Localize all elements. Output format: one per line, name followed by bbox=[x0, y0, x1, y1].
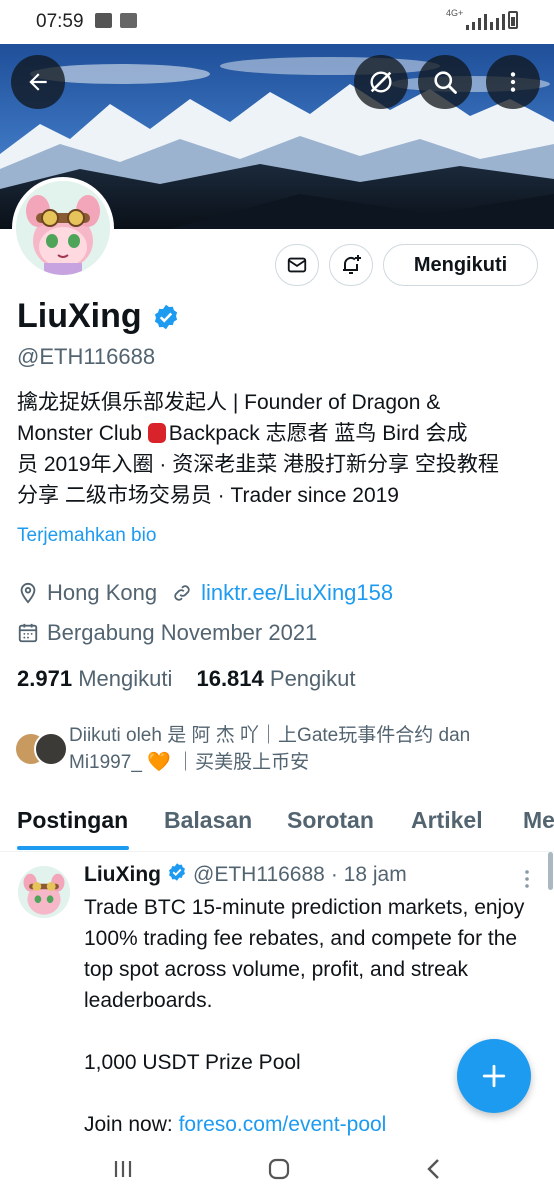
more-vertical-icon bbox=[525, 870, 529, 888]
network-label: 4G+ bbox=[446, 8, 464, 18]
status-bar: 07:59 4G+ bbox=[0, 0, 554, 44]
followed-by-name: Mi1997_ bbox=[69, 752, 142, 773]
active-tab-indicator bbox=[17, 846, 129, 850]
grok-button[interactable] bbox=[354, 55, 408, 109]
post-link[interactable]: foreso.com/event-pool bbox=[179, 1113, 387, 1136]
backpack-icon bbox=[147, 423, 166, 443]
signal-icon-2 bbox=[490, 14, 506, 30]
bio-line: Monster Club Backpack 志愿者 蓝鸟 Bird 会成 bbox=[17, 418, 542, 449]
profile-meta-location: Hong Kong linktr.ee/LiuXing158 bbox=[17, 580, 393, 606]
followed-by-avatars bbox=[14, 732, 68, 766]
search-icon bbox=[434, 71, 457, 94]
profile-bio: 擒龙捉妖俱乐部发起人 | Founder of Dragon & Monster… bbox=[17, 387, 542, 511]
post-header: LiuXing @ETH116688 · 18 jam bbox=[84, 862, 407, 888]
profile-tabs: Postingan Balasan Sorotan Artikel Me bbox=[0, 795, 554, 852]
back-arrow-icon bbox=[29, 73, 47, 91]
bio-text: Monster Club bbox=[17, 422, 148, 445]
status-time: 07:59 bbox=[36, 11, 84, 32]
mail-icon bbox=[287, 257, 307, 273]
post-author[interactable]: LiuXing bbox=[84, 863, 161, 887]
profile-handle: @ETH116688 bbox=[17, 344, 156, 369]
follow-counts: 2.971 Mengikuti 16.814 Pengikut bbox=[17, 666, 356, 692]
bio-line: 擒龙捉妖俱乐部发起人 | Founder of Dragon & bbox=[17, 391, 441, 414]
following-count: 2.971 bbox=[17, 666, 73, 691]
followed-by-name: ｜买美股上币安 bbox=[176, 752, 310, 773]
battery-icon bbox=[508, 11, 518, 29]
post-paragraph: Join now: foreso.com/event-pool bbox=[84, 1109, 534, 1140]
post-paragraph: Trade BTC 15-minute prediction markets, … bbox=[84, 896, 525, 1012]
following-label: Mengikuti bbox=[78, 666, 173, 691]
verified-icon bbox=[167, 862, 187, 888]
more-vertical-icon bbox=[510, 72, 516, 92]
notifications-button[interactable] bbox=[329, 244, 373, 286]
tab-media[interactable]: Me bbox=[523, 807, 554, 834]
profile-avatar[interactable] bbox=[12, 177, 114, 279]
post-avatar[interactable] bbox=[18, 866, 70, 918]
post-body: Trade BTC 15-minute prediction markets, … bbox=[84, 892, 534, 1140]
website-link[interactable]: linktr.ee/LiuXing158 bbox=[201, 580, 393, 606]
tab-articles[interactable]: Artikel bbox=[411, 807, 483, 834]
followed-by-line: Diikuti oleh 是 阿 杰 吖｜上Gate玩事件合约 dan bbox=[69, 725, 471, 746]
translate-bio-link[interactable]: Terjemahkan bio bbox=[17, 525, 156, 547]
followers-count: 16.814 bbox=[196, 666, 264, 691]
grok-icon bbox=[370, 71, 392, 93]
plus-icon bbox=[482, 1064, 506, 1088]
back-button[interactable] bbox=[11, 55, 65, 109]
scrollbar[interactable] bbox=[548, 852, 553, 890]
bio-line: 分享 二级市场交易员 · Trader since 2019 bbox=[17, 484, 399, 507]
bell-plus-icon bbox=[343, 255, 361, 274]
post-handle: @ETH116688 bbox=[193, 863, 325, 886]
message-button[interactable] bbox=[275, 244, 319, 286]
display-name: LiuXing bbox=[17, 297, 142, 335]
location-text: Hong Kong bbox=[47, 580, 158, 605]
profile-meta-joined: Bergabung November 2021 bbox=[17, 620, 317, 646]
followers-label: Pengikut bbox=[269, 666, 356, 691]
more-options-button[interactable] bbox=[486, 55, 540, 109]
post-text: Join now: bbox=[84, 1113, 179, 1136]
calendar-icon bbox=[18, 623, 38, 643]
recent-apps-icon[interactable] bbox=[112, 1158, 134, 1180]
followers-count-link[interactable]: 16.814 Pengikut bbox=[196, 666, 355, 691]
sound-icon bbox=[120, 13, 137, 28]
joined-text: Bergabung November 2021 bbox=[47, 620, 318, 645]
home-icon[interactable] bbox=[267, 1158, 291, 1180]
followed-by-text: Diikuti oleh 是 阿 杰 吖｜上Gate玩事件合约 dan Mi19… bbox=[69, 722, 539, 776]
followed-by-line: Mi1997_ 🧡 ｜买美股上币安 bbox=[69, 749, 539, 776]
gallery-icon bbox=[95, 13, 112, 28]
back-icon[interactable] bbox=[424, 1158, 444, 1180]
tab-replies[interactable]: Balasan bbox=[164, 807, 252, 834]
verified-icon bbox=[152, 303, 180, 331]
bio-text: Backpack 志愿者 蓝鸟 Bird 会成 bbox=[168, 422, 468, 445]
post-more-button[interactable] bbox=[524, 869, 530, 894]
search-button[interactable] bbox=[418, 55, 472, 109]
compose-post-button[interactable] bbox=[457, 1039, 531, 1113]
post-time: · 18 jam bbox=[330, 863, 407, 886]
profile-name: LiuXing bbox=[17, 297, 180, 336]
tab-posts[interactable]: Postingan bbox=[17, 807, 128, 834]
link-icon bbox=[174, 585, 190, 601]
location-icon bbox=[20, 582, 36, 604]
bio-line: 员 2019年入圈 · 资深老韭菜 港股打新分享 空投教程 bbox=[17, 453, 499, 476]
signal-icon bbox=[466, 14, 492, 30]
system-nav-bar bbox=[0, 1140, 554, 1200]
following-count-link[interactable]: 2.971 Mengikuti bbox=[17, 666, 172, 691]
tab-highlights[interactable]: Sorotan bbox=[287, 807, 374, 834]
avatar bbox=[34, 732, 68, 766]
heart-emoji: 🧡 bbox=[147, 752, 171, 773]
following-button[interactable]: Mengikuti bbox=[383, 244, 538, 286]
